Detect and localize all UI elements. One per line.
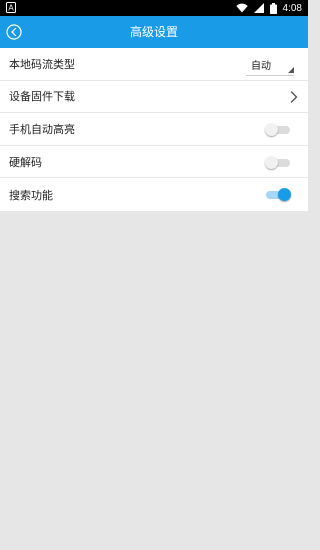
wifi-icon [235,3,248,13]
search-function-toggle[interactable] [266,188,291,202]
search-function-row: 搜索功能 [0,178,308,211]
auto-brightness-toggle[interactable] [265,123,290,137]
hardware-decode-row: 硬解码 [0,146,308,179]
hardware-decode-label: 硬解码 [9,155,42,169]
settings-list: 本地码流类型 自动 设备固件下载 手机自动高亮 硬解码 搜索功能 [0,48,308,211]
search-function-label: 搜索功能 [9,188,53,202]
page-title: 高级设置 [129,25,178,39]
hardware-decode-toggle[interactable] [265,155,290,169]
firmware-download-row[interactable]: 设备固件下载 [0,81,308,114]
status-bar: A 4:08 [0,0,308,16]
stream-type-value: 自动 [251,61,271,72]
toggle-thumb [278,188,291,202]
a-notification-icon: A [6,2,16,13]
stream-type-row: 本地码流类型 自动 [0,48,308,81]
stream-type-select[interactable]: 自动 [246,54,294,76]
svg-text:A: A [8,4,14,13]
auto-brightness-row: 手机自动高亮 [0,113,308,146]
auto-brightness-label: 手机自动高亮 [9,122,75,136]
toggle-thumb [265,123,278,137]
title-bar: 高级设置 [0,16,308,48]
toggle-thumb [265,155,278,169]
dropdown-corner-icon [288,67,294,73]
chevron-right-icon [290,90,298,103]
battery-icon [269,2,277,14]
firmware-download-label: 设备固件下载 [9,90,75,104]
status-time: 4:08 [282,2,302,14]
signal-icon [253,3,264,13]
stream-type-label: 本地码流类型 [9,57,75,71]
